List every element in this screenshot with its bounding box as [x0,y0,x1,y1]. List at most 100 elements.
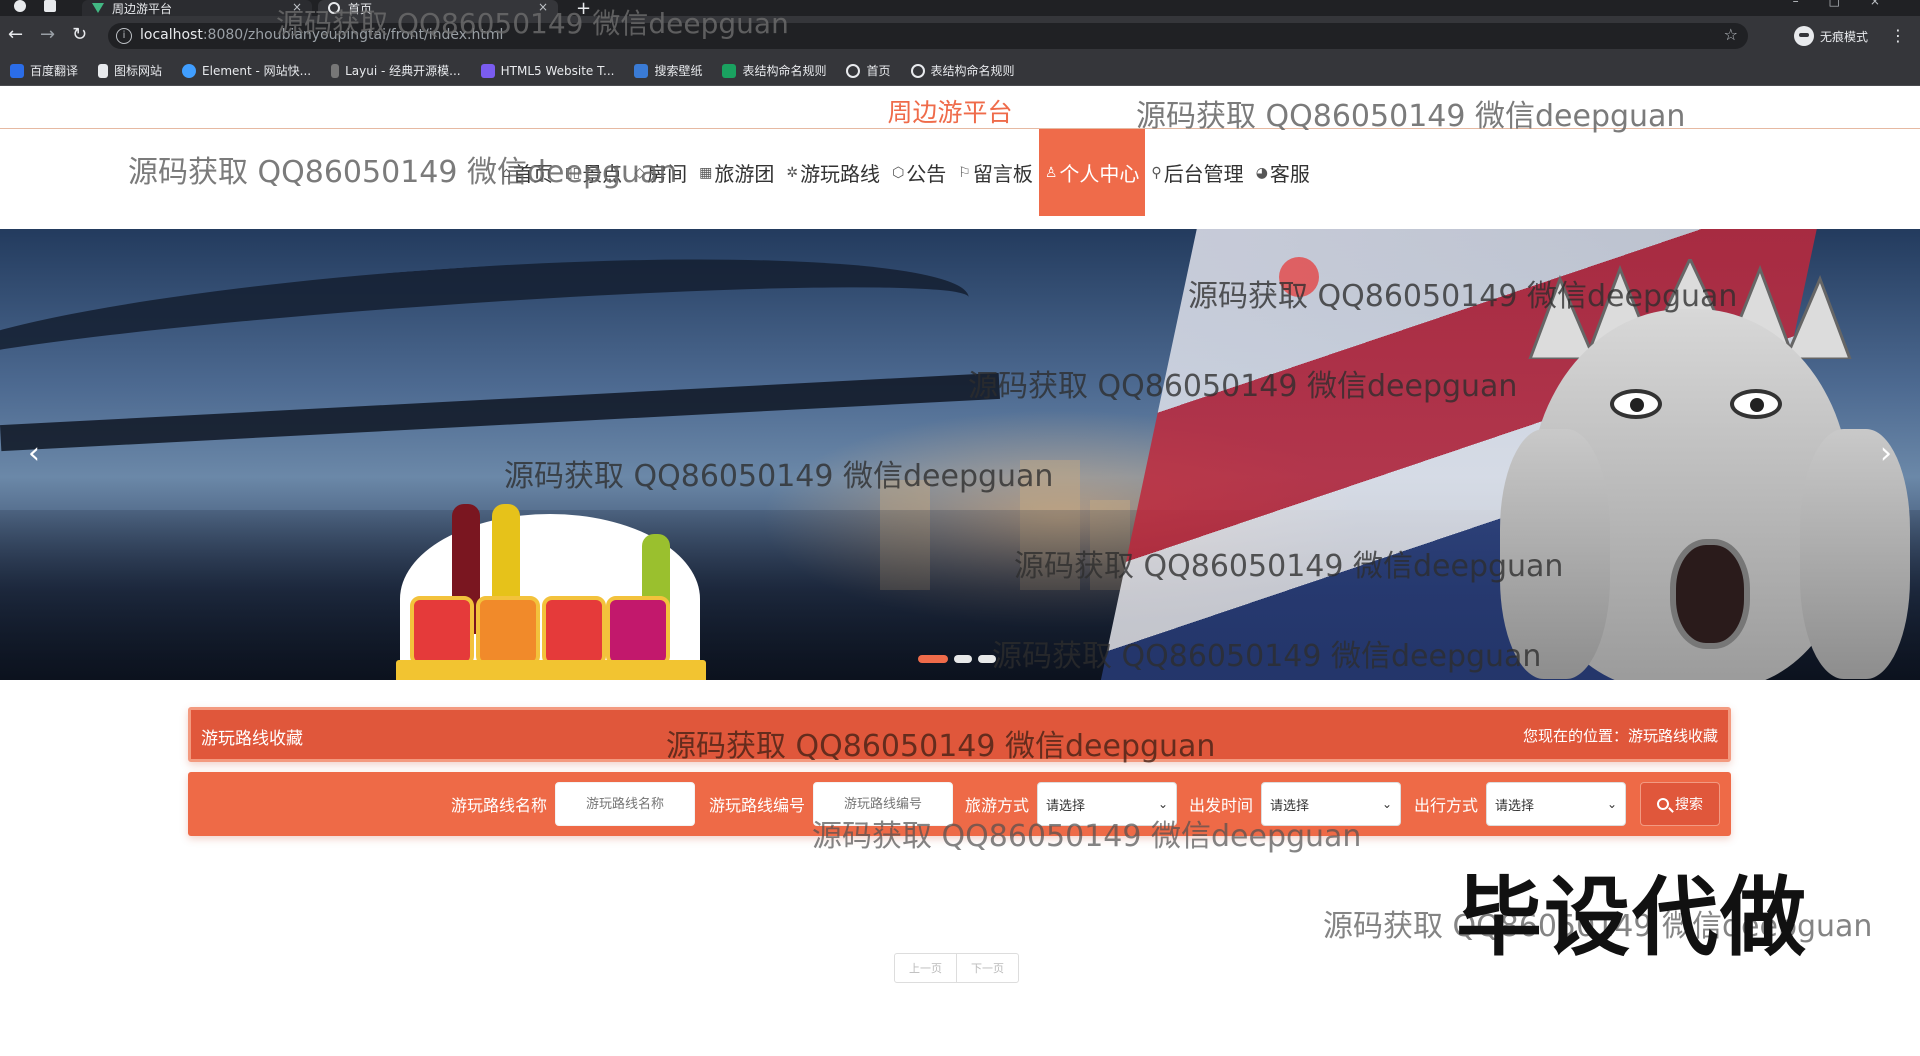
carousel-prev-icon[interactable]: ‹ [16,437,52,473]
bookmark-star-icon[interactable]: ☆ [1724,25,1738,44]
tab-label: 首页 [348,1,373,16]
tab-label: 周边游平台 [112,1,173,16]
nav-item-personal-center[interactable]: ♙ 个人中心 [1038,129,1146,216]
bookmark-item[interactable]: Layui - 经典开源模... [331,62,461,79]
carousel-dot[interactable] [954,655,972,663]
departure-time-field: 出发时间 请选择 ⌄ [1189,782,1402,826]
box-icon: ⬡ [892,164,905,181]
route-name-input[interactable] [555,782,696,826]
nav-item-customer-service[interactable]: ◕ 客服 [1250,129,1316,216]
bookmark-item[interactable]: 表结构命名规则 [910,62,1015,79]
site-info-icon[interactable]: i [116,28,132,44]
address-bar[interactable]: i localhost:8080/zhoubianyoupingtai/fron… [108,23,1748,49]
basket-jar [410,596,474,666]
gear-icon: ✲ [786,164,799,181]
back-icon[interactable]: ← [8,24,23,46]
field-label: 出行方式 [1414,796,1479,815]
banner-statue-image [1460,239,1920,680]
basket-tray [396,660,706,680]
nav-item-admin[interactable]: ⚲ 后台管理 [1145,129,1249,216]
bookmarks-bar: 百度翻译 图标网站 Element - 网站快... Layui - 经典开源模… [0,56,1920,86]
route-name-field: 游玩路线名称 [451,782,696,826]
banner-food-basket-image [380,484,730,680]
statue-eye [1730,389,1782,419]
search-button[interactable]: 搜索 [1640,782,1720,826]
departure-time-select[interactable]: 请选择 ⌄ [1261,782,1402,826]
reload-icon[interactable]: ↻ [72,24,87,46]
basket-jar [542,596,606,666]
app-icon [14,0,26,12]
vue-icon [92,3,104,13]
nav-item-tour-groups[interactable]: ▦ 旅游团 [693,129,780,216]
bookmark-item[interactable]: 图标网站 [98,62,162,79]
trip-mode-field: 出行方式 请选择 ⌄ [1414,782,1627,826]
close-tab-icon[interactable]: × [538,0,548,14]
chevron-down-icon: ⌄ [1157,797,1169,811]
section-title: 游玩路线收藏 [201,729,303,749]
close-tab-icon[interactable]: × [292,0,302,14]
route-code-input[interactable] [813,782,954,826]
carousel-dot[interactable] [978,655,996,663]
search-form: 游玩路线名称 游玩路线编号 旅游方式 请选择⌄ 出发时间 请选择⌄ 出行方式 请… [188,772,1731,836]
window-controls[interactable]: –□× [1793,0,1910,8]
bookmark-item[interactable]: 百度翻译 [10,62,78,79]
nav-item-message-board[interactable]: ⚐ 留言板 [952,129,1039,216]
bookmark-item[interactable]: 首页 [846,62,891,79]
bookmark-item[interactable]: HTML5 Website T... [480,63,614,78]
book-icon: ▯▯ [564,164,581,181]
nav-item-rooms[interactable]: ◇ 房间 [628,129,693,216]
flag-icon: ⚐ [958,164,971,181]
statue-hand [1500,429,1610,679]
search-icon [1657,798,1669,810]
browser-tab-active[interactable]: 首页 × [318,0,558,16]
travel-mode-select[interactable]: 请选择 ⌄ [1037,782,1178,826]
chevron-down-icon: ⌄ [1381,797,1393,811]
user-icon: ♙ [1044,164,1058,181]
basket-jar [606,596,670,666]
statue-eye [1610,389,1662,419]
carousel-next-icon[interactable]: › [1868,437,1904,473]
nav-item-home[interactable]: ⌂ 首页 [496,129,559,216]
trip-mode-select[interactable]: 请选择 ⌄ [1486,782,1627,826]
browser-menu-icon[interactable]: ⋮ [1890,26,1906,45]
translate-icon [10,63,24,78]
tab-search-icon[interactable] [44,0,56,12]
watermark-stamp: 毕设代做 [1456,868,1808,968]
page-content: 周边游平台 ⌂ 首页 ▯▯ 景点 ◇ 房间 ▦ 旅游团 ✲ 游玩路线 ⬡ 公告 ⚐ 留言板 ♙… [0,87,1920,1056]
url-text[interactable]: localhost:8080/zhoubianyoupingtai/front/… [140,27,503,43]
incognito-icon [1794,26,1814,46]
nav-item-routes[interactable]: ✲ 游玩路线 [780,129,886,216]
incognito-profile[interactable]: 无痕模式 [1794,23,1868,49]
basket-jar [476,596,540,666]
next-page-button[interactable]: 下一页 [956,954,1018,982]
globe-icon [910,63,925,78]
flag-icon [98,63,109,78]
bookmark-item[interactable]: 搜索壁纸 [634,62,702,79]
browser-toolbar: ← → ↻ i localhost:8080/zhoubianyoupingta… [0,16,1920,56]
browser-tab[interactable]: 周边游平台 × [82,0,312,16]
home-icon: ⌂ [502,164,511,181]
tag-icon: ◇ [634,164,646,181]
nav-item-attractions[interactable]: ▯▯ 景点 [559,129,628,216]
statue-mouth [1670,539,1750,649]
window-icons [14,0,60,14]
forward-icon[interactable]: → [40,24,55,46]
chevron-down-icon: ⌄ [1606,797,1618,811]
travel-mode-field: 旅游方式 请选择 ⌄ [965,782,1178,826]
nav-item-notices[interactable]: ⬡ 公告 [886,129,952,216]
breadcrumb: 您现在的位置：游玩路线收藏 [1522,727,1718,745]
profile-label: 无痕模式 [1820,29,1869,44]
layui-icon [331,63,340,78]
bookmark-item[interactable]: Element - 网站快... [182,62,311,79]
pagination: 上一页 下一页 [894,953,1019,983]
element-icon [182,63,197,78]
carousel-indicators [918,655,996,663]
hero-carousel[interactable]: ‹ › [0,229,1920,680]
field-label: 出发时间 [1189,796,1254,815]
link-icon: ⚲ [1151,164,1162,181]
prev-page-button[interactable]: 上一页 [895,954,956,982]
carousel-dot[interactable] [918,655,948,663]
bookmark-item[interactable]: 表结构命名规则 [722,62,826,79]
banner-red-dot [1279,257,1319,297]
site-title: 周边游平台 [887,98,1013,127]
